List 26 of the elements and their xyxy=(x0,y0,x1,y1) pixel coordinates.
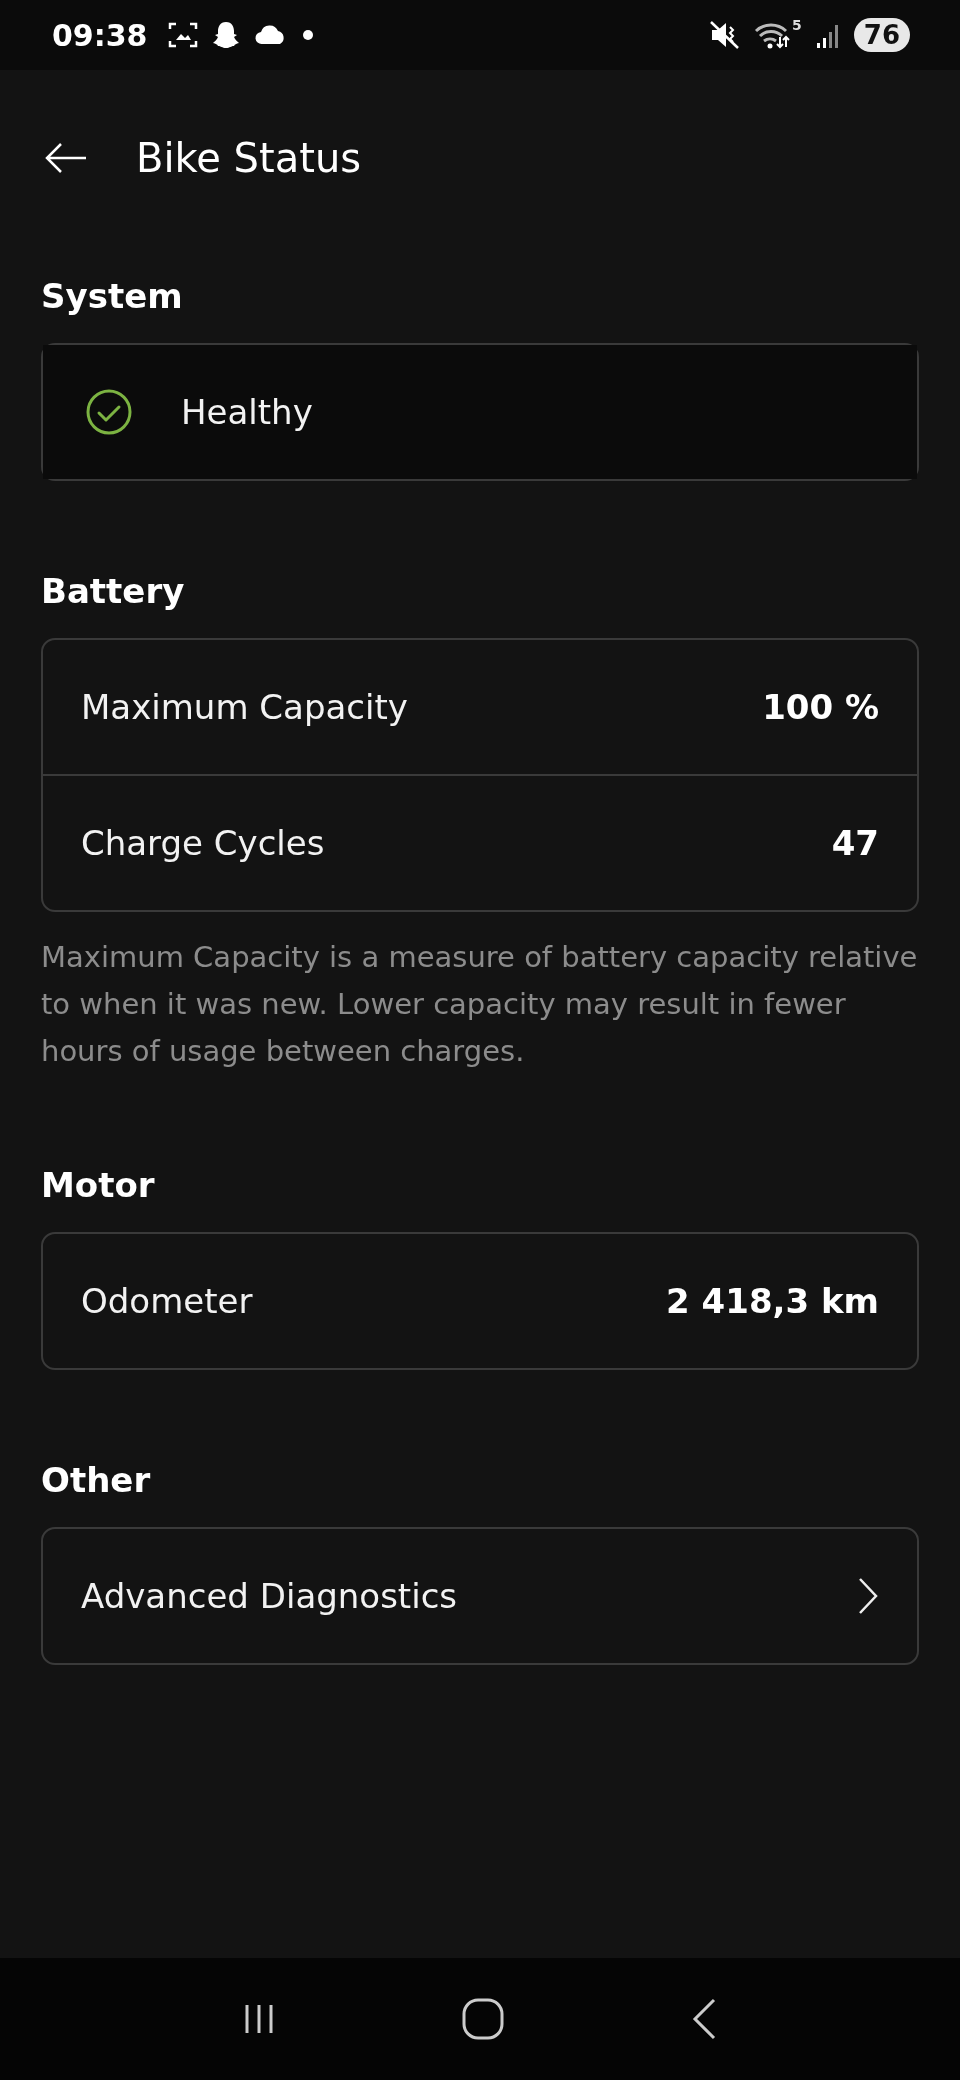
section-title: Other xyxy=(41,1459,152,1502)
status-label: Healthy xyxy=(181,392,313,432)
back-button[interactable] xyxy=(44,142,88,174)
wifi-band-label: 5 xyxy=(792,17,802,33)
clock: 09:38 xyxy=(52,17,148,53)
check-circle-icon xyxy=(85,388,133,436)
home-button[interactable] xyxy=(461,1997,505,2041)
row-label: Maximum Capacity xyxy=(81,687,409,727)
row-value: 100 % xyxy=(762,687,879,727)
mute-icon xyxy=(710,21,741,49)
row-label: Odometer xyxy=(81,1281,254,1321)
section-title: System xyxy=(41,275,184,318)
dot-icon xyxy=(301,29,314,41)
section-title: Battery xyxy=(41,570,186,613)
wifi-icon xyxy=(754,21,791,49)
row-value: 47 xyxy=(831,823,879,863)
battery-note: Maximum Capacity is a measure of battery capacity relative to when it was new. Lower capacity may result in fewer hours of usage between charges. xyxy=(41,939,919,1070)
page-title: Bike Status xyxy=(136,135,362,181)
chevron-right-icon[interactable] xyxy=(857,1576,879,1616)
row-label[interactable]: Advanced Diagnostics xyxy=(81,1576,857,1616)
ghost-icon xyxy=(211,20,240,50)
row-value: 2 418,3 km xyxy=(666,1281,879,1321)
screenshot-icon xyxy=(167,21,198,49)
section-title: Motor xyxy=(41,1164,156,1207)
battery-level: 76 xyxy=(853,18,910,52)
row-label: Charge Cycles xyxy=(81,823,326,863)
